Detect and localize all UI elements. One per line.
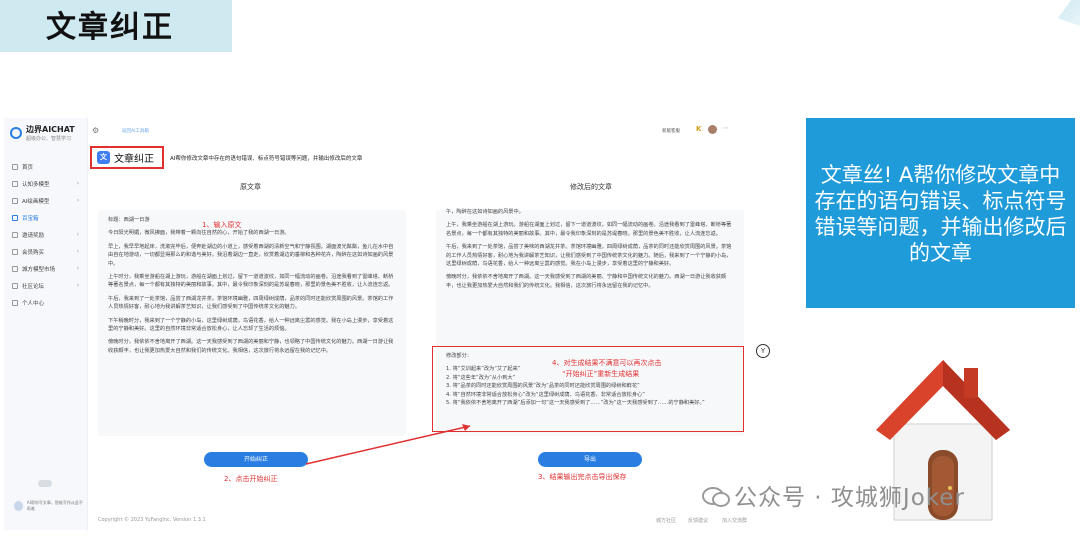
topbar: ⚙ 返回AI工具箱 新版客服 K ⋯ <box>90 124 770 138</box>
corner-decoration <box>1058 0 1080 26</box>
paragraph: 午后，我来到了一处茶馆，品尝了西湖龙井茶。茶馆环境幽雅，四周绿树成荫，品茶的同时… <box>108 295 394 311</box>
watermark-text: 公众号 · 攻城狮Joker <box>734 485 965 511</box>
paragraph: 标题：西湖一日游 <box>108 217 150 223</box>
copyright: Copyright © 2023 YuFangInc. Version 1.3.… <box>98 517 206 523</box>
sidebar: 边界AICHAT 超级办公、智慧学习 首页 认知多模型 › AI绘画模型 › 百… <box>4 118 88 530</box>
annotation-step3: 3、结果输出完点击导出保存 <box>538 473 627 481</box>
title-band: 文章纠正 <box>0 0 232 52</box>
k-badge-icon[interactable]: K <box>696 125 701 133</box>
paragraph: 下午稍晚时分，我来到了一个宁静的小岛，这里绿树成荫，鸟语花香，给人一种远离尘嚣的… <box>108 317 394 333</box>
more-icon[interactable]: ⋯ <box>722 124 729 132</box>
chevron-right-icon: › <box>76 231 79 238</box>
correction-icon: 文 <box>97 151 110 164</box>
user-avatar[interactable] <box>708 125 717 134</box>
chat-icon <box>12 180 18 187</box>
slide-title: 文章纠正 <box>46 10 174 45</box>
watermark: 公众号 · 攻城狮Joker <box>702 478 965 512</box>
paragraph: 午后，我来到了一处茶馆，品尝了美味的西湖龙井茶。茶馆环境幽雅，四周绿树成荫，品茶… <box>446 244 732 268</box>
brand-name: 边界AICHAT <box>26 125 75 134</box>
revised-text: 午，陶醉在这如诗如画的风景中。 上午，我乘坐游船在湖上游玩。游船在湖面上划过，留… <box>446 208 734 295</box>
sidebar-item-invite[interactable]: 邀请奖励 › <box>9 226 85 243</box>
footer-link-community[interactable]: 城方社区 <box>656 517 676 524</box>
sidebar-item-forum[interactable]: 社区论坛 › <box>9 277 85 294</box>
chevron-right-icon: › <box>76 282 79 289</box>
start-correction-button[interactable]: 开始纠正 <box>204 452 308 467</box>
chevron-right-icon: › <box>76 248 79 255</box>
sidebar-item-membership[interactable]: 会员购买 › <box>9 243 85 260</box>
sidebar-item-label: 首页 <box>22 164 34 171</box>
paragraph: 上午时分，我乘坐游船在湖上游玩，游船在湖面上划过，留下一道道波纹，如同一幅流动的… <box>108 274 394 289</box>
paragraph: 午，陶醉在这如诗如画的风景中。 <box>446 209 524 215</box>
paragraph: 傍晚时分，我依依不舍地离开了西湖。这一天我感受到了西湖的美丽和宁静，也领略了中国… <box>108 339 394 354</box>
avatar[interactable] <box>14 501 23 511</box>
footer: Copyright © 2023 YuFangInc. Version 1.3.… <box>90 514 770 528</box>
toolbox-icon <box>12 214 18 221</box>
annotation-step4-line1: 4、对生成结果不满意可以再次点击 <box>552 359 662 367</box>
chevron-right-icon: › <box>76 265 79 272</box>
sidebar-item-home[interactable]: 首页 <box>9 158 85 175</box>
footer-link-join-group[interactable]: 加入交流群 <box>722 517 747 524</box>
theme-toggle[interactable] <box>38 480 52 487</box>
main-area: ⚙ 返回AI工具箱 新版客服 K ⋯ 文 文章纠正 AI帮你修改文章中存在的语句… <box>90 118 770 530</box>
sidebar-nav: 首页 认知多模型 › AI绘画模型 › 百宝箱 邀请奖励 › 会员购买 › 城方模… <box>9 158 85 311</box>
mode-header: 文 文章纠正 <box>90 146 164 169</box>
footer-link-feedback[interactable]: 反馈建议 <box>688 517 708 524</box>
sidebar-item-label: 认知多模型 <box>22 181 50 188</box>
sidebar-item-label: 城方模型市场 <box>22 266 56 273</box>
gear-icon[interactable]: ⚙ <box>92 126 99 135</box>
sidebar-item-label: 个人中心 <box>22 300 45 307</box>
brand-subtitle: 超级办公、智慧学习 <box>26 136 72 142</box>
sidebar-item-label: 社区论坛 <box>22 283 45 290</box>
sidebar-item-toolbox[interactable]: 百宝箱 <box>9 209 85 226</box>
original-textarea[interactable]: 标题：西湖一日游 今日阳光明媚，微风拂面，我带着一颗向往自然的心，开始了我的西湖… <box>98 210 406 436</box>
sidebar-item-label: 百宝箱 <box>22 215 39 222</box>
gift-icon <box>12 231 18 238</box>
paragraph: 上午，我乘坐游船在湖上游玩。游船在湖面上划过，留下一道道波纹，如同一幅流动的画卷… <box>446 222 732 237</box>
original-column-title: 原文章 <box>240 183 261 191</box>
annotation-step2: 2、点击开始纠正 <box>224 475 278 483</box>
slide: 文章纠正 边界AICHAT 超级办公、智慧学习 首页 认知多模型 › AI绘画模… <box>0 0 1080 538</box>
export-button[interactable]: 导出 <box>538 452 642 467</box>
sidebar-item-profile[interactable]: 个人中心 <box>9 294 85 311</box>
mode-description: AI帮你修改文章中存在的语句错误、标点符号错误等问题，并输出修改后的文章 <box>170 156 363 162</box>
market-icon <box>12 265 18 272</box>
brand-logo[interactable]: 边界AICHAT 超级办公、智慧学习 <box>10 124 75 142</box>
customer-service-link[interactable]: 新版客服 <box>662 128 680 134</box>
chevron-right-icon: › <box>76 197 79 204</box>
wechat-icon <box>702 485 730 507</box>
app-screenshot: 边界AICHAT 超级办公、智慧学习 首页 认知多模型 › AI绘画模型 › 百… <box>4 118 770 530</box>
sidebar-item-label: 邀请奖励 <box>22 232 45 239</box>
sidebar-item-label: AI绘画模型 <box>22 198 50 205</box>
original-text: 标题：西湖一日游 今日阳光明媚，微风拂面，我带着一颗向往自然的心，开始了我的西湖… <box>108 216 396 360</box>
paragraph: 早上，我早早地起床，洗漱完毕后，便奔赴湖边的小道上，感受着西湖的清新空气和宁静氛… <box>108 243 394 267</box>
sidebar-footer-text: AI帮你写文章，智能写作从此不再难 <box>26 500 83 511</box>
callout-box: 文章丝! A帮你修改文章中存在的语句错误、标点符号错误等问题，并输出修改后的文章 <box>806 118 1075 308</box>
back-to-toolbox-link[interactable]: 返回AI工具箱 <box>122 128 149 134</box>
mode-title: 文章纠正 <box>114 154 154 165</box>
paint-icon <box>12 197 18 204</box>
sidebar-item-model-market[interactable]: 城方模型市场 › <box>9 260 85 277</box>
paragraph: 傍晚时分，我依依不舍地离开了西湖。这一天我感受到了西湖的美丽、宁静和中国传统文化… <box>446 274 727 289</box>
user-icon <box>12 299 18 306</box>
callout-text: 文章丝! A帮你修改文章中存在的语句错误、标点符号错误等问题，并输出修改后的文章 <box>814 163 1067 265</box>
side-float-icon[interactable]: Y <box>756 344 770 358</box>
annotation-step4-line2: “开始纠正”重新生成结果 <box>562 370 640 378</box>
home-icon <box>12 163 18 170</box>
sidebar-item-label: 会员购买 <box>22 249 45 256</box>
chevron-right-icon: › <box>76 180 79 187</box>
forum-icon <box>12 282 18 289</box>
logo-icon <box>10 127 22 139</box>
sidebar-footer: AI帮你写文章，智能写作从此不再难 <box>14 500 84 512</box>
revised-column-title: 修改后的文章 <box>570 183 612 191</box>
sidebar-item-ai-painting[interactable]: AI绘画模型 › <box>9 192 85 209</box>
sidebar-item-cognitive-models[interactable]: 认知多模型 › <box>9 175 85 192</box>
paragraph: 今日阳光明媚，微风拂面，我带着一颗向往自然的心，开始了我的西湖一日游。 <box>108 230 290 237</box>
annotation-step1: 1、输入原文 <box>202 221 242 229</box>
brand-text: 边界AICHAT 超级办公、智慧学习 <box>26 124 75 142</box>
vip-icon <box>12 248 18 255</box>
